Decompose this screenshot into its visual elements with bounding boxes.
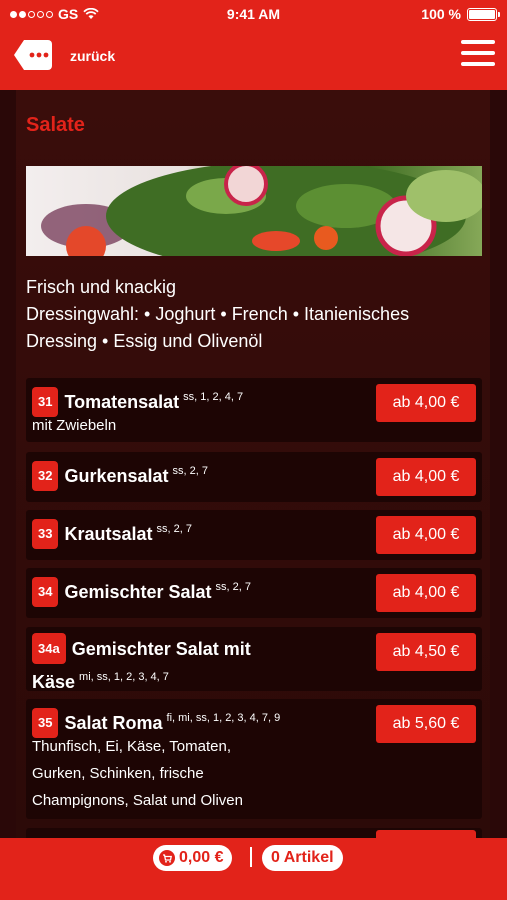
cart-footer: 0,00 € 0 Artikel [0,838,507,900]
back-tag-icon [14,40,52,70]
item-description-line: Champignons, Salat und Oliven [32,792,243,809]
price-button[interactable]: ab 4,00 € [376,574,476,612]
menu-item[interactable]: 35 Salat Roma fi, mi, ss, 1, 2, 3, 4, 7, 9… [26,699,482,819]
item-allergens: fi, mi, ss, 1, 2, 3, 4, 7, 9 [166,712,281,724]
price-button[interactable]: ab 4,50 € [376,633,476,671]
item-allergens: mi, ss, 1, 2, 3, 4, 7 [79,671,169,683]
battery-icon [467,7,500,21]
cart-total-button[interactable]: 0,00 € [153,845,233,871]
item-name-continued: Käse [32,672,76,692]
section-description: Frisch und knackig Dressingwahl: • Joghu… [26,274,482,355]
item-number-badge: 33 [32,519,59,549]
battery-percent: 100 % [421,6,461,22]
item-number-badge: 34 [32,577,59,607]
back-button[interactable] [12,38,54,72]
description-line: Dressingwahl: • Joghurt • French • Itani… [26,304,410,324]
item-name: Krautsalat [64,524,153,544]
status-bar: GS 9:41 AM 100 % [0,0,507,28]
item-number-badge: 32 [32,461,59,491]
menu-item[interactable]: 33 Krautsalat ss, 2, 7 ab 4,00 € [26,510,482,560]
price-button-partial[interactable] [376,830,476,838]
item-name: Tomatensalat [64,392,180,412]
item-name: Gemischter Salat mit [71,639,251,659]
description-line: Dressing • Essig und Olivenöl [26,331,263,351]
cart-total: 0,00 € [179,849,224,866]
item-allergens: ss, 2, 7 [172,465,208,477]
menu-item[interactable]: 32 Gurkensalat ss, 2, 7 ab 4,00 € [26,452,482,502]
item-description-line: Gurken, Schinken, frische [32,765,204,782]
item-allergens: ss, 2, 7 [215,581,252,593]
battery-group: 100 % [421,6,500,22]
articles-count-button[interactable]: 0 Artikel [262,845,343,871]
salad-banner-image [26,166,482,256]
price-button[interactable]: ab 4,00 € [376,384,476,422]
item-heading: 34 Gemischter Salat ss, 2, 7 [32,574,362,607]
price-button[interactable]: ab 4,00 € [376,458,476,496]
price-button[interactable]: ab 4,00 € [376,516,476,554]
menu-item[interactable]: 34 Gemischter Salat ss, 2, 7 ab 4,00 € [26,568,482,618]
item-description-line: Thunfisch, Ei, Käse, Tomaten, [32,738,231,755]
back-label[interactable]: zurück [70,48,115,64]
description-line: Frisch und knackig [26,277,177,297]
menu-content: Salate Frisch und knackig Dressingwahl: … [16,90,490,838]
item-allergens: ss, 1, 2, 4, 7 [183,391,244,403]
menu-item[interactable]: 31 Tomatensalat ss, 1, 2, 4, 7 mit Zwiebel… [26,378,482,442]
item-heading: 33 Krautsalat ss, 2, 7 [32,516,362,549]
hamburger-icon [461,40,495,44]
item-description: Thunfisch, Ei, Käse, Tomaten, Gurken, Sc… [32,733,362,814]
item-name: Salat Roma [64,713,163,733]
menu-item[interactable]: 34a Gemischter Salat mit Käse mi, ss, 1, 2… [26,627,482,692]
item-number-badge: 34a [32,633,66,664]
item-description: mit Zwiebeln [32,417,117,434]
cart-icon [159,850,175,866]
footer-divider [250,847,252,867]
item-allergens: ss, 2, 7 [156,523,192,535]
item-heading: 32 Gurkensalat ss, 2, 7 [32,458,362,491]
item-name: Gemischter Salat [64,582,212,602]
price-button[interactable]: ab 5,60 € [376,705,476,743]
menu-button[interactable] [461,40,495,70]
salad-illustration [41,166,482,256]
item-name: Gurkensalat [64,466,169,486]
app-header: zurück [0,28,507,90]
menu-item-partial[interactable] [26,828,482,838]
section-title: Salate [26,114,85,136]
item-heading: 34a Gemischter Salat mit Käse mi, ss, 1, 2… [32,633,362,697]
